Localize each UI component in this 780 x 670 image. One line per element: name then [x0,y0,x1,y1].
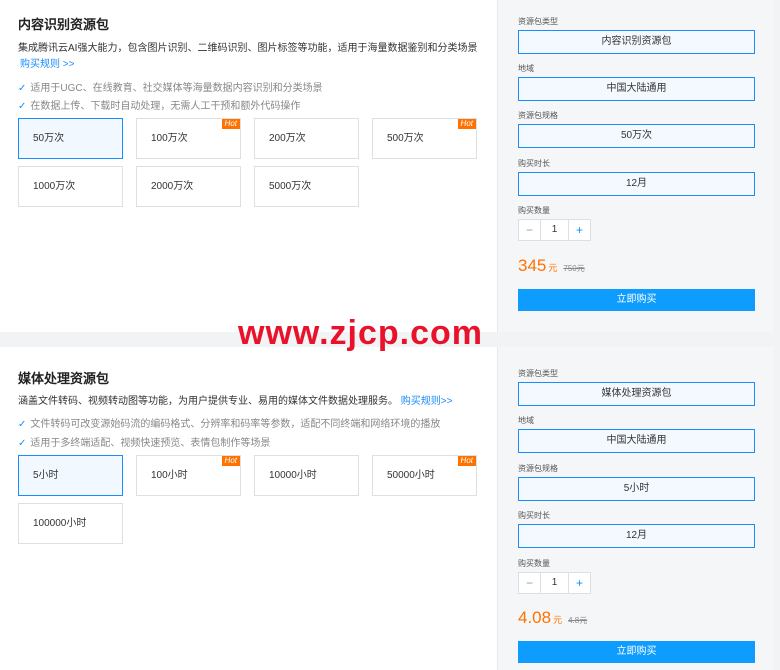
quantity-input[interactable]: 1 [541,220,568,240]
feature-item: ✓ 适用于UGC、在线教育、社交媒体等海量数据内容识别和分类场景 [18,83,323,94]
spec-option[interactable]: 5小时 [18,455,123,496]
field-label: 资源包规格 [518,464,558,473]
spec-field[interactable]: 5小时 [518,477,755,501]
package-description: 集成腾讯云AI强大能力，包含图片识别、二维码识别、图片标签等功能，适用于海量数据… [18,43,478,54]
package-type-field[interactable]: 内容识别资源包 [518,30,755,54]
increment-button[interactable]: + [568,220,590,240]
field-label: 资源包规格 [518,111,558,120]
spec-option[interactable]: 50万次 [18,118,123,159]
check-icon: ✓ [18,101,27,112]
check-icon: ✓ [18,83,27,94]
field-label: 资源包类型 [518,17,558,26]
package-info-panel: 媒体处理资源包 涵盖文件转码、视频转动图等功能，为用户提供专业、易用的媒体文件数… [0,347,497,670]
buy-now-button[interactable]: 立即购买 [518,289,755,311]
package-title: 内容识别资源包 [18,17,110,32]
purchase-form: 资源包类型 媒体处理资源包 地域 中国大陆通用 资源包规格 5小时 购买时长 1… [497,347,774,670]
purchase-rules-link[interactable]: 购买规则 >> [20,55,74,70]
spec-field[interactable]: 50万次 [518,124,755,148]
feature-item: ✓ 在数据上传、下载时自动处理，无需人工干预和额外代码操作 [18,101,301,112]
quantity-stepper: − 1 + [518,572,591,594]
quantity-stepper: − 1 + [518,219,591,241]
check-icon: ✓ [18,419,27,430]
decrement-button[interactable]: − [519,220,541,240]
field-label: 购买时长 [518,511,550,520]
field-label: 资源包类型 [518,369,558,378]
feature-item: ✓ 文件转码可改变源始码流的编码格式、分辨率和码率等参数，适配不同终端和网络环境的… [18,419,441,430]
spec-option[interactable]: 50000小时 Hot [372,455,477,496]
watermark-text: www.zjcp.com [238,314,484,352]
check-icon: ✓ [18,438,27,449]
package-info-panel: 内容识别资源包 集成腾讯云AI强大能力，包含图片识别、二维码识别、图片标签等功能… [0,0,497,332]
spec-option[interactable]: 200万次 [254,118,359,159]
price-display: 4.08 元 4.8元 [518,608,587,628]
content-recognition-package-section: 内容识别资源包 集成腾讯云AI强大能力，包含图片识别、二维码识别、图片标签等功能… [0,0,774,332]
media-processing-package-section: 媒体处理资源包 涵盖文件转码、视频转动图等功能，为用户提供专业、易用的媒体文件数… [0,347,774,670]
hot-badge: Hot [221,119,240,129]
spec-option[interactable]: 5000万次 [254,166,359,207]
region-field[interactable]: 中国大陆通用 [518,429,755,453]
package-title: 媒体处理资源包 [18,371,110,386]
spec-option[interactable]: 1000万次 [18,166,123,207]
duration-field[interactable]: 12月 [518,524,755,548]
increment-button[interactable]: + [568,573,590,593]
price-unit: 元 [548,263,558,273]
spec-option[interactable]: 100万次 Hot [136,118,241,159]
field-label: 购买数量 [518,206,550,215]
purchase-form: 资源包类型 内容识别资源包 地域 中国大陆通用 资源包规格 50万次 购买时长 … [497,0,774,332]
field-label: 购买时长 [518,159,550,168]
hot-badge: Hot [457,456,476,466]
duration-field[interactable]: 12月 [518,172,755,196]
original-price: 4.8元 [568,616,588,625]
spec-option[interactable]: 2000万次 [136,166,241,207]
hot-badge: Hot [221,456,240,466]
purchase-rules-link[interactable]: 购买规则>> [401,396,453,407]
spec-option[interactable]: 10000小时 [254,455,359,496]
spec-option[interactable]: 100000小时 [18,503,123,544]
price-value: 345 [518,256,547,275]
original-price: 750元 [563,264,585,273]
buy-now-button[interactable]: 立即购买 [518,641,755,663]
package-description: 涵盖文件转码、视频转动图等功能，为用户提供专业、易用的媒体文件数据处理服务。 购… [18,396,453,407]
quantity-input[interactable]: 1 [541,573,568,593]
field-label: 购买数量 [518,559,550,568]
region-field[interactable]: 中国大陆通用 [518,77,755,101]
decrement-button[interactable]: − [519,573,541,593]
feature-item: ✓ 适用于多终端适配、视频快速预览、表情包制作等场景 [18,438,271,449]
price-unit: 元 [553,615,563,625]
field-label: 地域 [518,64,534,73]
spec-option[interactable]: 100小时 Hot [136,455,241,496]
spec-option[interactable]: 500万次 Hot [372,118,477,159]
package-type-field[interactable]: 媒体处理资源包 [518,382,755,406]
price-value: 4.08 [518,608,552,627]
hot-badge: Hot [457,119,476,129]
field-label: 地域 [518,416,534,425]
price-display: 345 元 750元 [518,256,585,276]
